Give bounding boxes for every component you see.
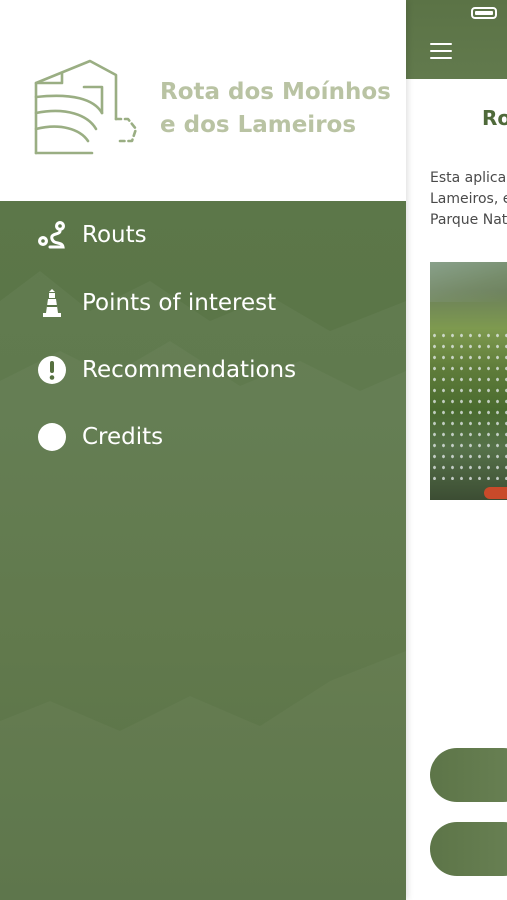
app-brand-name: Rota dos Moínhos e dos Lameiros (160, 76, 391, 142)
menu-item-label: Points of interest (82, 290, 277, 316)
lighthouse-icon (36, 287, 68, 319)
drawer-header: Rota dos Moínhos e dos Lameiros (0, 0, 406, 201)
secondary-action-button[interactable] (430, 822, 507, 876)
primary-action-button[interactable] (430, 748, 507, 802)
menu-item-label: Recommendations (82, 357, 297, 383)
top-app-bar (406, 0, 507, 79)
intro-text: Esta aplica Lameiros, e Parque Nat (430, 168, 507, 231)
circle-icon (36, 421, 68, 453)
brand-line: Rota dos Moínhos (160, 79, 391, 105)
route-icon (36, 219, 68, 251)
intro-line: Lameiros, e (430, 191, 507, 207)
intro-line: Esta aplica (430, 170, 507, 186)
mill-logo-icon (34, 59, 138, 155)
page-title: Ro (482, 106, 507, 130)
menu-icon[interactable] (430, 43, 452, 59)
alert-circle-icon (36, 354, 68, 386)
menu-item-label: Credits (82, 424, 164, 450)
brand-line: e dos Lameiros (160, 112, 357, 138)
menu-item-credits[interactable]: Credits (36, 417, 163, 457)
menu-item-points-of-interest[interactable]: Points of interest (36, 283, 276, 323)
navigation-drawer: Rota dos Moínhos e dos Lameiros Routs Po… (0, 0, 406, 900)
menu-item-recommendations[interactable]: Recommendations (36, 350, 296, 390)
menu-item-routes[interactable]: Routs (36, 215, 147, 255)
battery-icon (471, 7, 497, 19)
intro-line: Parque Nat (430, 212, 507, 228)
menu-item-label: Routs (82, 222, 147, 248)
photo-flowers-texture (430, 330, 507, 480)
